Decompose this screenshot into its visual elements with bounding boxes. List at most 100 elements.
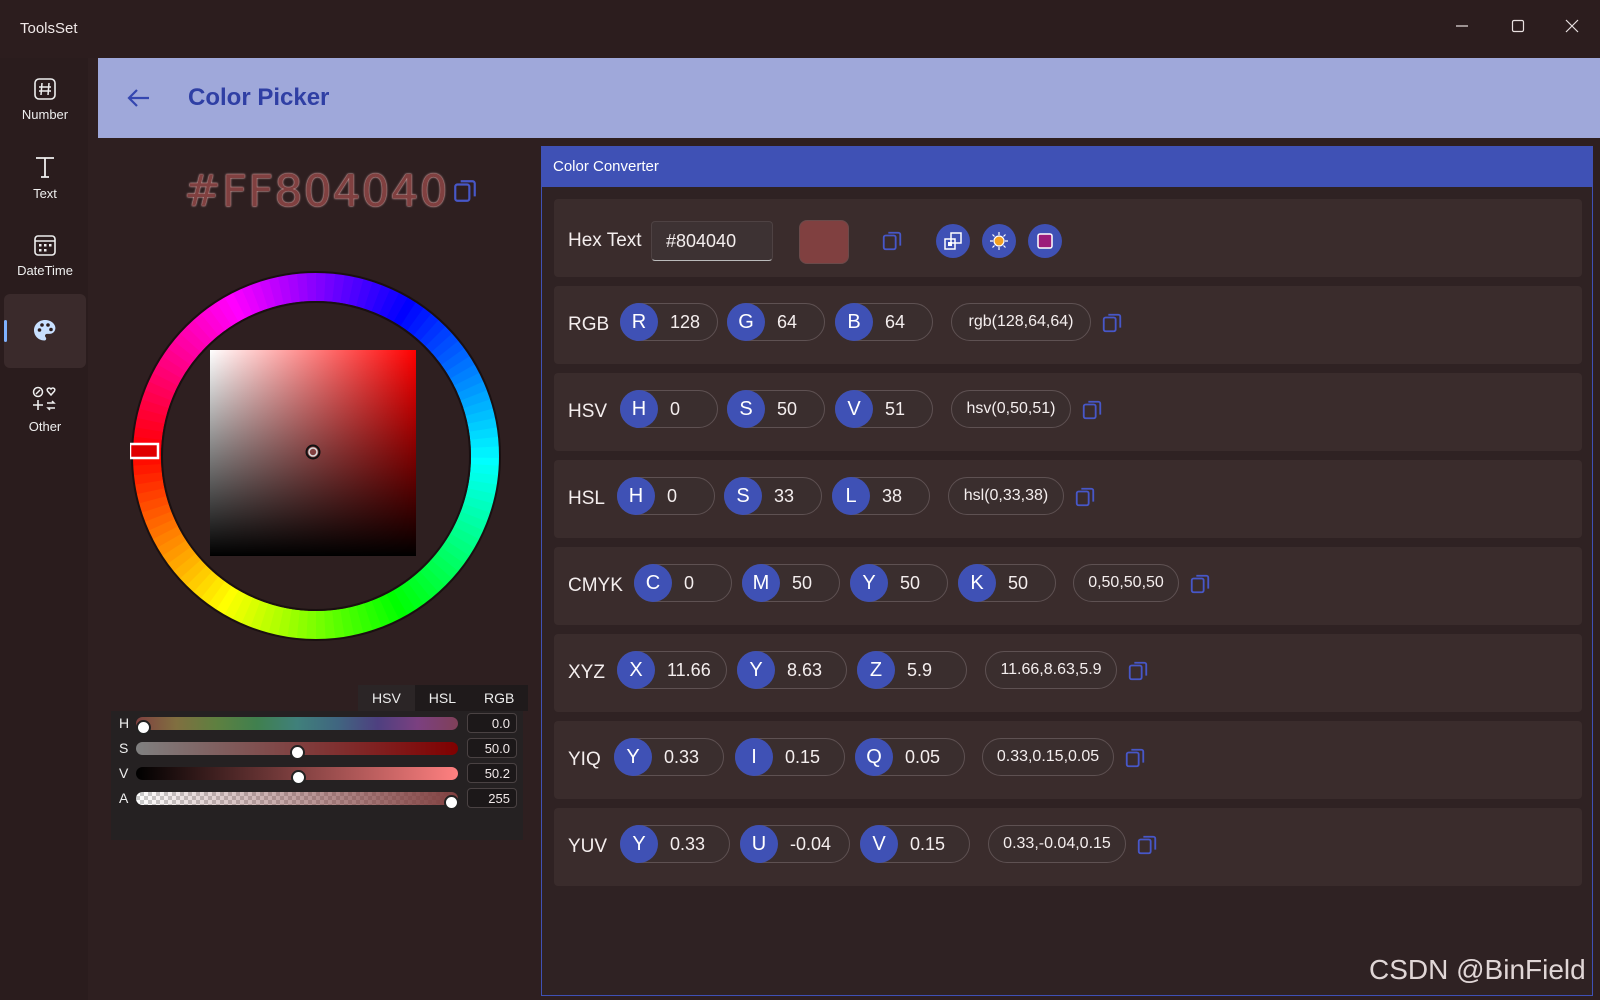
summary-value: 0,50,50,50 xyxy=(1073,564,1179,602)
copy-icon[interactable] xyxy=(1081,399,1103,421)
hue-value-field[interactable]: 0.0 xyxy=(467,713,517,733)
random-color-button[interactable] xyxy=(982,224,1016,258)
nav-item-number[interactable]: Number xyxy=(4,62,86,136)
field-pill[interactable]: K 50 xyxy=(958,564,1056,602)
component-badge: R xyxy=(620,303,658,341)
accent-color-button[interactable] xyxy=(1028,224,1062,258)
row-label: RGB xyxy=(568,314,610,335)
field-pill[interactable]: Y 50 xyxy=(850,564,948,602)
text-icon xyxy=(36,156,54,178)
alpha-slider[interactable] xyxy=(136,792,459,810)
component-value[interactable]: 38 xyxy=(882,486,902,507)
nav-item-other[interactable]: Other xyxy=(4,372,86,446)
slider-thumb[interactable] xyxy=(444,795,459,810)
close-icon xyxy=(1565,19,1579,33)
back-button[interactable] xyxy=(122,82,154,114)
field-pill[interactable]: H0 xyxy=(620,390,718,428)
converter-row-xyz: XYZ X 11.66 Y 8.63 Z 5.9 11.66,8.63,5.9 xyxy=(554,634,1582,712)
maximize-icon xyxy=(1511,19,1525,33)
field-pill[interactable]: C0 xyxy=(634,564,732,602)
field-pill[interactable]: M 50 xyxy=(742,564,840,602)
row-label: YUV xyxy=(568,836,608,857)
copy-icon[interactable] xyxy=(881,230,903,252)
color-wheel[interactable] xyxy=(128,270,502,642)
tab-rgb[interactable]: RGB xyxy=(470,685,528,711)
field-pill[interactable]: Z 5.9 xyxy=(857,651,967,689)
field-pill[interactable]: B 64 xyxy=(835,303,933,341)
component-value[interactable]: 0 xyxy=(670,399,680,420)
color-wheel-picker[interactable] xyxy=(128,270,502,642)
copy-icon[interactable] xyxy=(1074,486,1096,508)
value-value-field[interactable]: 50.2 xyxy=(467,763,517,783)
tab-hsl[interactable]: HSL xyxy=(415,685,470,711)
saturation-value-field[interactable]: 50.0 xyxy=(467,738,517,758)
component-value[interactable]: 0 xyxy=(667,486,677,507)
color-converter-panel: Color Converter Hex Text #804040 RGB R 128… xyxy=(541,146,1593,996)
component-value[interactable]: 64 xyxy=(777,312,797,333)
component-value[interactable]: 50 xyxy=(900,573,920,594)
component-value[interactable]: 11.66 xyxy=(667,660,711,681)
tab-hsv[interactable]: HSV xyxy=(358,685,415,711)
field-pill[interactable]: H0 xyxy=(617,477,715,515)
component-value[interactable]: -0.04 xyxy=(790,834,831,855)
copy-icon[interactable] xyxy=(1124,747,1146,769)
component-value[interactable]: 5.9 xyxy=(907,660,932,681)
component-value[interactable]: 50 xyxy=(792,573,812,594)
component-value[interactable]: 0.33 xyxy=(670,834,705,855)
copy-icon[interactable] xyxy=(1136,834,1158,856)
nav-item-color[interactable] xyxy=(4,294,86,368)
hex-text-input[interactable]: #804040 xyxy=(651,221,773,261)
converter-row-hsl: HSL H 0 S 33 L 38 hsl(0,33,38) xyxy=(554,460,1582,538)
copy-icon[interactable] xyxy=(1101,312,1123,334)
minimize-button[interactable] xyxy=(1438,8,1486,44)
component-badge: B xyxy=(835,303,873,341)
slider-thumb[interactable] xyxy=(290,745,305,760)
hue-slider[interactable] xyxy=(136,717,458,735)
component-value[interactable]: 0 xyxy=(684,573,694,594)
copy-icon[interactable] xyxy=(1189,573,1211,595)
component-value[interactable]: 0.15 xyxy=(910,834,945,855)
field-pill[interactable]: X 11.66 xyxy=(617,651,727,689)
component-value[interactable]: 128 xyxy=(670,312,700,333)
field-pill[interactable]: G 64 xyxy=(727,303,825,341)
field-pill[interactable]: V 0.15 xyxy=(860,825,970,863)
copy-icon[interactable] xyxy=(1127,660,1149,682)
nav-item-text[interactable]: Text xyxy=(4,140,86,214)
component-value[interactable]: 50 xyxy=(1008,573,1028,594)
mode-tabs: HSV HSL RGB xyxy=(358,685,529,711)
slider-thumb[interactable] xyxy=(290,770,306,785)
component-value[interactable]: 0.33 xyxy=(664,747,699,768)
field-pill[interactable]: Y 0.33 xyxy=(620,825,730,863)
color-swatch[interactable] xyxy=(799,220,849,264)
slider-label: H xyxy=(119,715,130,731)
field-pill[interactable]: I 0.15 xyxy=(735,738,845,776)
component-value[interactable]: 8.63 xyxy=(787,660,822,681)
component-value[interactable]: 64 xyxy=(885,312,905,333)
converter-row-hsv: HSV H 0 S 50 V 51 hsv(0,50,51) xyxy=(554,373,1582,451)
field-pill[interactable]: S 33 xyxy=(724,477,822,515)
hue-selector[interactable] xyxy=(128,442,160,460)
maximize-button[interactable] xyxy=(1494,8,1542,44)
nav-item-datetime[interactable]: DateTime xyxy=(4,218,86,292)
slider-thumb[interactable] xyxy=(136,720,151,735)
close-button[interactable] xyxy=(1548,8,1596,44)
alpha-value-field[interactable]: 255 xyxy=(467,788,517,808)
field-pill[interactable]: V 51 xyxy=(835,390,933,428)
field-pill[interactable]: L 38 xyxy=(832,477,930,515)
component-value[interactable]: 51 xyxy=(885,399,905,420)
field-pill[interactable]: S 50 xyxy=(727,390,825,428)
field-pill[interactable]: U -0.04 xyxy=(740,825,850,863)
copy-icon[interactable] xyxy=(452,178,478,204)
field-pill[interactable]: Y 0.33 xyxy=(614,738,724,776)
component-badge: V xyxy=(835,390,873,428)
component-value[interactable]: 33 xyxy=(774,486,794,507)
component-value[interactable]: 0.05 xyxy=(905,747,940,768)
value-slider[interactable] xyxy=(136,767,458,785)
screen-pick-button[interactable] xyxy=(936,224,970,258)
component-value[interactable]: 50 xyxy=(777,399,797,420)
field-pill[interactable]: Y 8.63 xyxy=(737,651,847,689)
field-pill[interactable]: R 128 xyxy=(620,303,718,341)
field-pill[interactable]: Q 0.05 xyxy=(855,738,965,776)
component-value[interactable]: 0.15 xyxy=(785,747,820,768)
saturation-slider[interactable] xyxy=(136,742,458,760)
